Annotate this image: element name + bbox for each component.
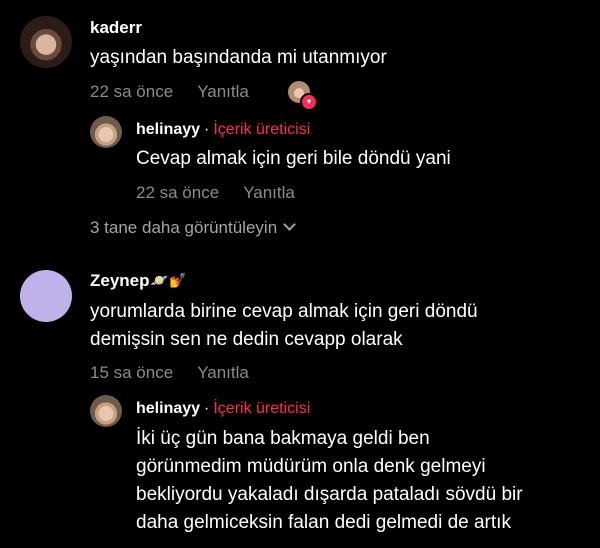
comment-meta-zeynep: 15 sa önce Yanıtla xyxy=(90,363,249,383)
reply-text-helinayy: Cevap almak için geri bile döndü yani xyxy=(136,148,451,169)
text-line: İki üç gün bana bakmaya geldi ben xyxy=(136,428,430,449)
planet-emoji: 🪐 xyxy=(150,272,168,288)
username-text[interactable]: Zeynep xyxy=(90,271,150,290)
username-helinayy[interactable]: helinayy · İçerik üreticisi xyxy=(136,121,310,139)
reply-button[interactable]: Yanıtla xyxy=(243,183,295,202)
username-helinayy[interactable]: helinayy · İçerik üreticisi xyxy=(136,400,310,418)
chevron-down-icon[interactable] xyxy=(283,218,297,231)
separator: · xyxy=(204,121,210,138)
comment-text-kaderr: yaşından başındanda mi utanmıyor xyxy=(90,47,387,68)
reply-meta-helinayy: 22 sa önce Yanıtla xyxy=(136,183,295,203)
comment-time: 22 sa önce xyxy=(90,82,174,101)
username-zeynep[interactable]: Zeynep🪐💅 xyxy=(90,271,186,291)
separator: · xyxy=(204,400,210,417)
heart-icon: ♥ xyxy=(300,93,318,111)
comment-text-zeynep: yorumlarda birine cevap almak için geri … xyxy=(90,298,478,354)
reply-username[interactable]: helinayy xyxy=(136,400,200,417)
text-line: yorumlarda birine cevap almak için geri … xyxy=(90,301,478,322)
nail-polish-emoji: 💅 xyxy=(168,272,187,288)
creator-badge: İçerik üreticisi xyxy=(213,121,311,138)
text-line: daha gelmiceksin falan dedi gelmedi de a… xyxy=(136,512,511,533)
avatar-zeynep[interactable] xyxy=(20,270,72,322)
avatar-helinayy[interactable] xyxy=(90,116,122,148)
comment-time: 15 sa önce xyxy=(90,363,174,382)
username-kaderr[interactable]: kaderr xyxy=(90,18,142,38)
creator-badge: İçerik üreticisi xyxy=(213,400,311,417)
reply-text-helinayy: İki üç gün bana bakmaya geldi ben görünm… xyxy=(136,425,523,537)
avatar-helinayy[interactable] xyxy=(90,395,122,427)
reply-username[interactable]: helinayy xyxy=(136,121,200,138)
text-line: görünmedim müdürüm onla denk gelmeyi xyxy=(136,456,486,477)
view-more-label[interactable]: 3 tane daha görüntüleyin xyxy=(90,218,277,237)
comment-meta-kaderr: 22 sa önce Yanıtla xyxy=(90,82,249,102)
avatar-kaderr[interactable] xyxy=(20,16,72,68)
reply-time: 22 sa önce xyxy=(136,183,220,202)
reply-button[interactable]: Yanıtla xyxy=(197,82,249,101)
text-line: demişsin sen ne dedin cevapp olarak xyxy=(90,329,403,350)
reply-button[interactable]: Yanıtla xyxy=(197,363,249,382)
text-line: bekliyordu yakaladı dışarda pataladı söv… xyxy=(136,484,523,505)
view-more-replies[interactable]: 3 tane daha görüntüleyin xyxy=(90,218,297,238)
